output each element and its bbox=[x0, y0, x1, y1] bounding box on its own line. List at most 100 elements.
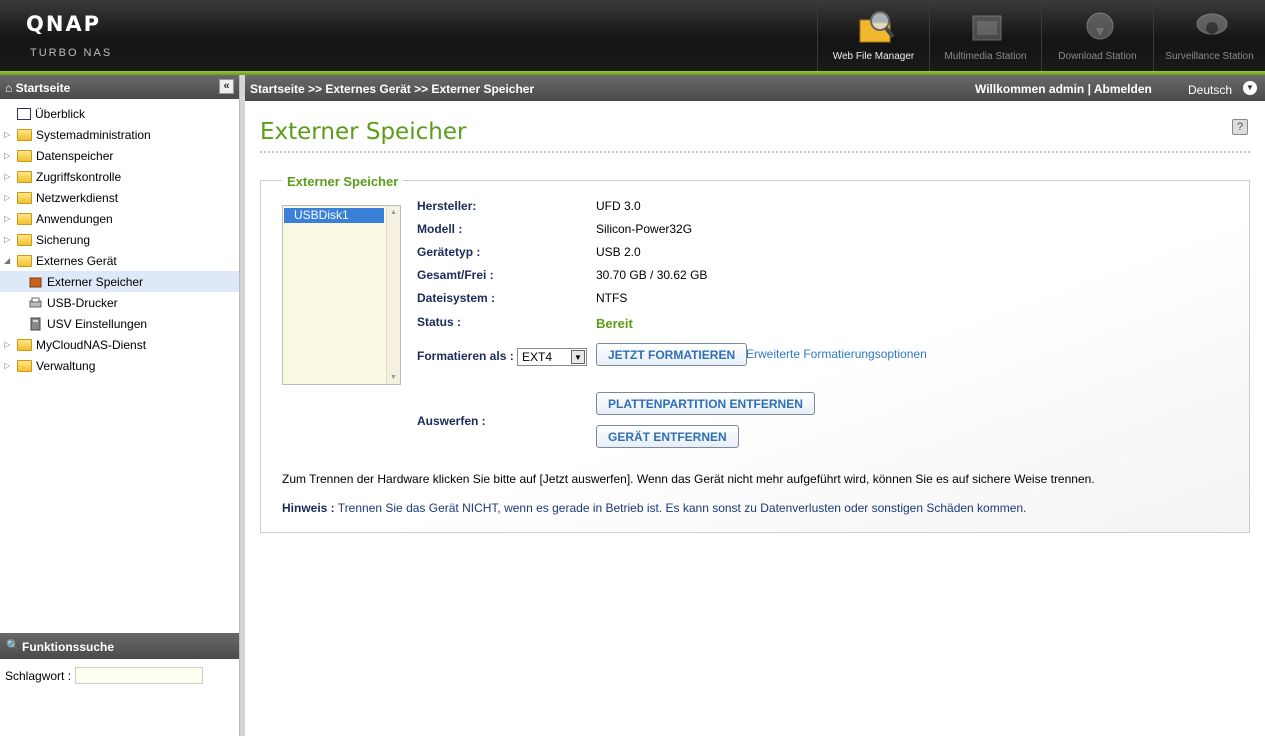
sidebar-item-label: Datenspeicher bbox=[36, 148, 114, 163]
disk-list[interactable]: USBDisk1 ▲ ▼ bbox=[282, 205, 401, 385]
search-icon: 🔍 bbox=[6, 640, 20, 652]
remove-device-button[interactable]: GERÄT ENTFERNEN bbox=[596, 425, 739, 448]
sidebar-item-verwaltung[interactable]: ▷ Verwaltung bbox=[0, 355, 239, 376]
expand-arrow-icon[interactable]: ▷ bbox=[4, 361, 14, 370]
logo-subtitle: Turbo NAS bbox=[30, 47, 113, 59]
format-as-label: Formatieren als : bbox=[417, 349, 514, 363]
device-type-label: Gerätetyp : bbox=[417, 245, 481, 259]
app-label: Surveillance Station bbox=[1165, 51, 1254, 62]
sidebar-item-label: USB-Drucker bbox=[47, 295, 118, 310]
expand-arrow-icon[interactable]: ▷ bbox=[4, 235, 14, 244]
sidebar-item-datenspeicher[interactable]: ▷ Datenspeicher bbox=[0, 145, 239, 166]
sidebar-item-label: Externes Gerät bbox=[36, 253, 117, 268]
sidebar-item-netzwerkdienst[interactable]: ▷ Netzwerkdienst bbox=[0, 187, 239, 208]
chevron-down-icon[interactable]: ▼ bbox=[1243, 81, 1257, 95]
keyword-input[interactable] bbox=[75, 667, 204, 684]
app-label: Multimedia Station bbox=[944, 51, 1027, 62]
folder-icon bbox=[17, 128, 32, 141]
scroll-up-icon[interactable]: ▲ bbox=[390, 209, 397, 216]
sidebar-item-externer-speicher[interactable]: Externer Speicher bbox=[0, 271, 239, 292]
folder-icon bbox=[17, 233, 32, 246]
warning-note-text: Trennen Sie das Gerät NICHT, wenn es ger… bbox=[334, 501, 1027, 515]
collapse-arrow-icon[interactable]: ◢ bbox=[4, 256, 14, 265]
help-icon[interactable]: ? bbox=[1232, 119, 1248, 135]
sidebar-item-label: Sicherung bbox=[36, 232, 91, 247]
filesystem-label: Dateisystem : bbox=[417, 291, 496, 305]
expand-arrow-icon[interactable]: ▷ bbox=[4, 172, 14, 181]
sidebar-item-label: Netzwerkdienst bbox=[36, 190, 119, 205]
sidebar-item-sicherung[interactable]: ▷ Sicherung bbox=[0, 229, 239, 250]
expand-arrow-icon[interactable]: ▷ bbox=[4, 214, 14, 223]
warning-note: Hinweis : Trennen Sie das Gerät NICHT, w… bbox=[282, 501, 1026, 515]
sidebar-item-mycloudnas-dienst[interactable]: ▷ MyCloudNAS-Dienst bbox=[0, 334, 239, 355]
ups-icon bbox=[30, 317, 41, 330]
breadcrumb-bar: Startseite >> Externes Gerät >> Externer… bbox=[245, 75, 1265, 101]
expand-arrow-icon[interactable]: ▷ bbox=[4, 193, 14, 202]
multimedia-station-button[interactable]: Multimedia Station bbox=[929, 0, 1041, 71]
expand-arrow-icon[interactable]: ▷ bbox=[4, 130, 14, 139]
folder-icon bbox=[17, 359, 32, 372]
disk-list-item[interactable]: USBDisk1 bbox=[284, 208, 384, 223]
globe-download-icon bbox=[1086, 12, 1114, 40]
sidebar-item-label: USV Einstellungen bbox=[47, 316, 148, 331]
sidebar-item-systemadministration[interactable]: ▷ Systemadministration bbox=[0, 124, 239, 145]
home-icon: ⌂ bbox=[5, 81, 13, 95]
device-type-value: USB 2.0 bbox=[596, 245, 641, 259]
overview-icon bbox=[17, 107, 31, 120]
sidebar-item-label: MyCloudNAS-Dienst bbox=[36, 337, 147, 352]
folder-icon bbox=[17, 170, 32, 183]
expand-arrow-icon[interactable]: ▷ bbox=[4, 151, 14, 160]
page-title: Externer Speicher bbox=[260, 119, 467, 145]
sidebar-header: ⌂ Startseite « bbox=[0, 75, 239, 99]
advanced-format-options-link[interactable]: Erweiterte Formatierungsoptionen bbox=[746, 347, 927, 361]
vendor-value: UFD 3.0 bbox=[596, 199, 641, 213]
eject-label: Auswerfen : bbox=[417, 414, 486, 428]
sidebar-item-label: Überblick bbox=[35, 106, 86, 121]
format-now-button[interactable]: JETZT FORMATIEREN bbox=[596, 343, 748, 366]
keyword-label: Schlagwort : bbox=[5, 668, 72, 683]
top-header: QNAP Turbo NAS Web File Manager Multimed… bbox=[0, 0, 1265, 71]
vendor-label: Hersteller: bbox=[417, 199, 477, 213]
filesystem-value: NTFS bbox=[596, 291, 628, 305]
sidebar-item-label: Verwaltung bbox=[36, 358, 96, 373]
surveillance-station-button[interactable]: Surveillance Station bbox=[1153, 0, 1265, 71]
eject-instructions: Zum Trennen der Hardware klicken Sie bit… bbox=[282, 472, 1095, 486]
web-file-manager-button[interactable]: Web File Manager bbox=[817, 0, 929, 71]
download-station-button[interactable]: Download Station bbox=[1041, 0, 1153, 71]
status-value: Bereit bbox=[596, 316, 633, 331]
expand-arrow-icon[interactable]: ▷ bbox=[4, 340, 14, 349]
format-select-value: EXT4 bbox=[522, 350, 553, 364]
sidebar-item-label: Zugriffskontrolle bbox=[36, 169, 122, 184]
total-free-value: 30.70 GB / 30.62 GB bbox=[596, 268, 708, 282]
format-select[interactable]: EXT4 ▼ bbox=[517, 348, 587, 366]
section-title: Externer Speicher bbox=[282, 174, 404, 189]
folder-icon bbox=[17, 338, 32, 351]
app-label: Download Station bbox=[1058, 51, 1137, 62]
sidebar-item-anwendungen[interactable]: ▷ Anwendungen bbox=[0, 208, 239, 229]
sidebar-item-zugriffskontrolle[interactable]: ▷ Zugriffskontrolle bbox=[0, 166, 239, 187]
sidebar-title: Startseite bbox=[15, 81, 71, 95]
collapse-sidebar-button[interactable]: « bbox=[219, 79, 234, 94]
remove-partition-button[interactable]: PLATTENPARTITION ENTFERNEN bbox=[596, 392, 815, 415]
app-launcher: Web File Manager Multimedia Station Down… bbox=[817, 0, 1265, 71]
sidebar-item-usb-drucker[interactable]: USB-Drucker bbox=[0, 292, 239, 313]
sidebar-item-externes-geraet[interactable]: ◢ Externes Gerät bbox=[0, 250, 239, 271]
folder-icon bbox=[17, 212, 32, 225]
chevron-down-icon[interactable]: ▼ bbox=[571, 350, 585, 364]
sidebar-item-label: Systemadministration bbox=[36, 127, 151, 142]
warning-note-label: Hinweis : bbox=[282, 501, 335, 515]
function-search-title: Funktionssuche bbox=[22, 640, 115, 654]
folder-magnifier-icon bbox=[859, 11, 895, 43]
breadcrumb[interactable]: Startseite >> Externes Gerät >> Externer… bbox=[250, 82, 534, 96]
language-label[interactable]: Deutsch bbox=[1188, 83, 1232, 97]
sidebar-item-ueberblick[interactable]: Überblick bbox=[0, 103, 239, 124]
model-value: Silicon-Power32G bbox=[596, 222, 693, 236]
sidebar-item-usv-einstellungen[interactable]: USV Einstellungen bbox=[0, 313, 239, 334]
open-folder-icon bbox=[17, 254, 32, 267]
scroll-down-icon[interactable]: ▼ bbox=[390, 374, 397, 381]
status-label: Status : bbox=[417, 315, 462, 329]
welcome-logout[interactable]: Willkommen admin | Abmelden bbox=[975, 82, 1152, 96]
disk-list-scrollbar[interactable]: ▲ ▼ bbox=[386, 206, 400, 384]
main-content: Externer Speicher ? Externer Speicher US… bbox=[245, 101, 1265, 736]
function-search-header: 🔍 Funktionssuche bbox=[0, 633, 239, 659]
